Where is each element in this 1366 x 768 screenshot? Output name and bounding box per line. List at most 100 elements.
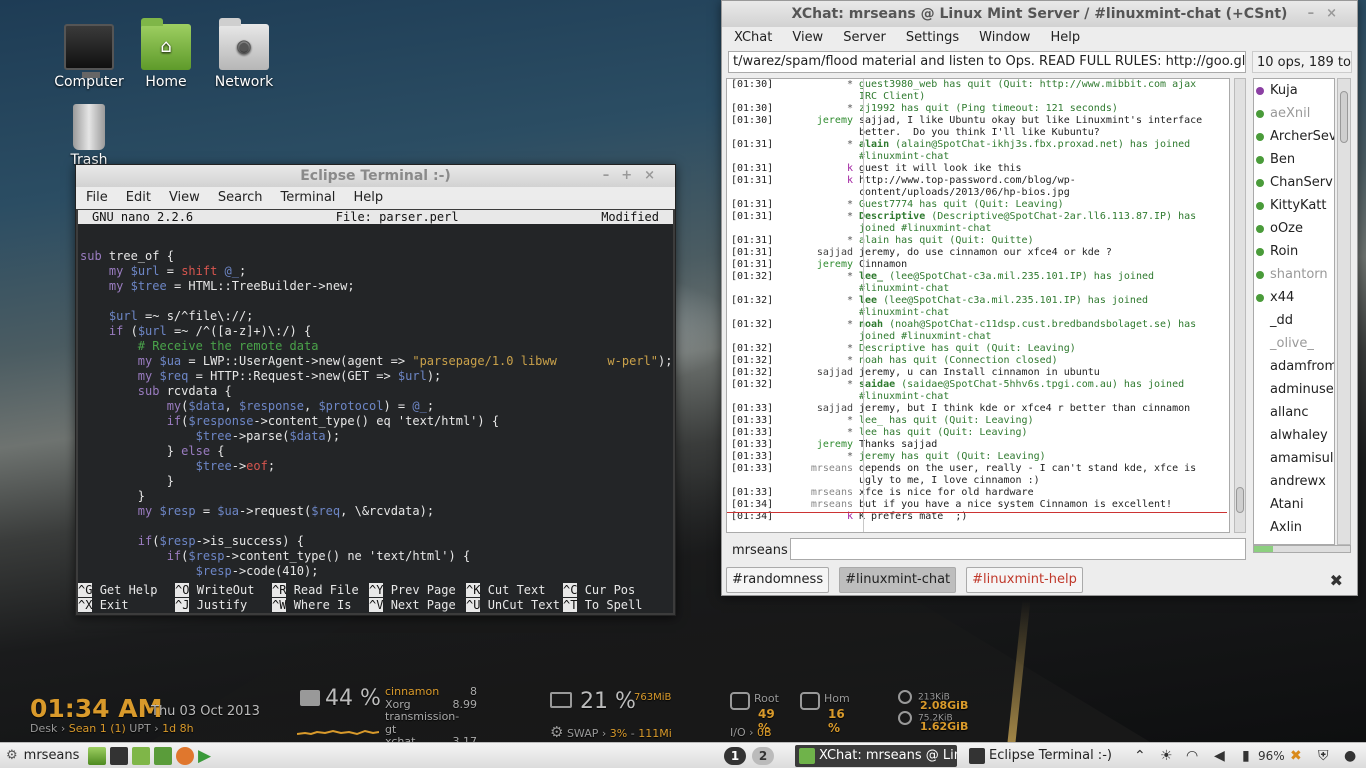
message-nick[interactable]: * — [777, 103, 859, 115]
files-launcher-icon[interactable] — [132, 747, 150, 765]
user-list-item[interactable]: Ben — [1254, 148, 1334, 171]
file-manager-launcher-icon[interactable] — [154, 747, 172, 765]
shield-icon[interactable]: ⛨ — [1318, 743, 1329, 768]
message-nick[interactable]: * — [777, 343, 859, 355]
user-list-item[interactable]: oOze — [1254, 217, 1334, 240]
channel-tab[interactable]: #linuxmint-chat — [839, 567, 957, 593]
message-nick[interactable]: * — [777, 199, 859, 211]
desktop-icon-home[interactable]: ⌂ Home — [126, 18, 206, 90]
user-list-item[interactable]: _dd — [1254, 309, 1334, 332]
message-nick[interactable]: * — [777, 271, 859, 295]
minimize-icon[interactable]: – — [603, 168, 622, 183]
user-list-item[interactable]: x44 — [1254, 286, 1334, 309]
terminal-screen[interactable]: GNU nano 2.2.6 File: parser.perl Modifie… — [78, 210, 673, 613]
scrollbar-thumb[interactable] — [1236, 487, 1244, 513]
message-nick[interactable]: * — [777, 211, 859, 235]
message-nick[interactable]: * — [777, 79, 859, 103]
update-manager-icon[interactable]: ✖ — [1290, 743, 1302, 768]
xchat-menu-window[interactable]: Window — [979, 30, 1030, 45]
message-nick[interactable]: jeremy — [777, 115, 859, 139]
channel-tab[interactable]: #randomness — [726, 567, 830, 593]
user-list-item[interactable]: aeXnil — [1254, 102, 1334, 125]
xchat-menu-help[interactable]: Help — [1050, 30, 1080, 45]
message-nick[interactable]: * — [777, 319, 859, 343]
tray-expand-icon[interactable]: ⌃ — [1134, 743, 1146, 768]
user-list-item[interactable]: KittyKatt — [1254, 194, 1334, 217]
user-list-item[interactable]: alwhaley — [1254, 424, 1334, 447]
workspace-1[interactable]: 1 — [724, 747, 746, 765]
message-nick[interactable]: sajjad — [777, 247, 859, 259]
user-list-item[interactable]: adminuser — [1254, 378, 1334, 401]
chat-log[interactable]: [01:30] * guest3980_web has quit (Quit: ht… — [726, 78, 1230, 533]
xchat-menu-settings[interactable]: Settings — [906, 30, 959, 45]
message-input[interactable] — [790, 538, 1246, 560]
user-list-item[interactable]: _olive_ — [1254, 332, 1334, 355]
message-nick[interactable]: * — [777, 139, 859, 163]
chat-scrollbar[interactable] — [1234, 78, 1246, 533]
battery-icon[interactable]: ▮ — [1242, 743, 1250, 768]
play-launcher-icon[interactable]: ▶ — [198, 747, 216, 765]
xchat-menu-server[interactable]: Server — [843, 30, 886, 45]
message-nick[interactable]: mrseans — [777, 487, 859, 499]
xchat-menu-view[interactable]: View — [792, 30, 823, 45]
user-list-item[interactable]: Axlin — [1254, 516, 1334, 539]
user-list-item[interactable]: Kuja — [1254, 79, 1334, 102]
desktop-icon-trash[interactable]: Trash — [49, 104, 129, 168]
message-nick[interactable]: * — [777, 379, 859, 403]
desktop-icon-computer[interactable]: Computer — [49, 24, 129, 90]
message-nick[interactable]: mrseans — [777, 463, 859, 487]
main-menu-button[interactable]: ⚙ mrseans — [6, 743, 79, 768]
channel-tab[interactable]: #linuxmint-help — [966, 567, 1083, 593]
terminal-menu-file[interactable]: File — [86, 190, 108, 205]
terminal-menu-terminal[interactable]: Terminal — [280, 190, 335, 205]
user-list-item[interactable]: andrewx — [1254, 470, 1334, 493]
user-list-item[interactable]: adamfromt — [1254, 355, 1334, 378]
message-nick[interactable]: * — [777, 295, 859, 319]
xchat-menu-xchat[interactable]: XChat — [734, 30, 772, 45]
brightness-icon[interactable]: ☀ — [1160, 743, 1173, 768]
message-nick[interactable]: mrseans — [777, 499, 859, 511]
message-nick[interactable]: jeremy — [777, 439, 859, 451]
terminal-menu-edit[interactable]: Edit — [126, 190, 151, 205]
user-list-item[interactable]: ArcherSeven — [1254, 125, 1334, 148]
user-list-item[interactable]: allanc — [1254, 401, 1334, 424]
show-desktop-icon[interactable] — [88, 747, 106, 765]
taskbar-terminal[interactable]: Eclipse Terminal :-) — [965, 745, 1115, 767]
user-list[interactable]: Kuja aeXnil ArcherSeven Ben ChanServ KittyKat… — [1253, 78, 1335, 545]
minimize-icon[interactable]: – — [1308, 6, 1327, 21]
message-nick[interactable]: * — [777, 355, 859, 367]
terminal-menu-view[interactable]: View — [169, 190, 200, 205]
terminal-launcher-icon[interactable] — [110, 747, 128, 765]
message-nick[interactable]: * — [777, 451, 859, 463]
message-nick[interactable]: * — [777, 415, 859, 427]
workspace-2[interactable]: 2 — [752, 747, 774, 765]
user-list-item[interactable]: Atani — [1254, 493, 1334, 516]
close-tab-icon[interactable]: ✖ — [1330, 571, 1343, 590]
maximize-icon[interactable]: + — [621, 168, 644, 183]
nick-button[interactable]: mrseans — [732, 541, 788, 561]
user-list-item[interactable]: Roin — [1254, 240, 1334, 263]
message-nick[interactable]: * — [777, 235, 859, 247]
xchat-titlebar[interactable]: XChat: mrseans @ Linux Mint Server / #li… — [722, 1, 1357, 27]
user-list-item[interactable]: ChanServ — [1254, 171, 1334, 194]
firefox-launcher-icon[interactable] — [176, 747, 194, 765]
terminal-menu-search[interactable]: Search — [218, 190, 263, 205]
code-editor[interactable]: sub tree_of { my $url = shift @_; my $tr… — [78, 224, 673, 579]
message-nick[interactable]: k — [777, 175, 859, 199]
terminal-menu-help[interactable]: Help — [353, 190, 383, 205]
desktop-icon-network[interactable]: ◉ Network — [204, 18, 284, 90]
user-applet-icon[interactable]: ● — [1344, 743, 1356, 768]
topic-field[interactable]: t/warez/spam/flood material and listen t… — [728, 51, 1246, 73]
terminal-titlebar[interactable]: Eclipse Terminal :-) –+× — [76, 165, 675, 187]
message-nick[interactable]: sajjad — [777, 403, 859, 415]
userlist-scrollbar[interactable] — [1337, 78, 1351, 545]
user-list-item[interactable]: amamisul — [1254, 447, 1334, 470]
taskbar-xchat[interactable]: XChat: mrseans @ Lin... — [795, 745, 957, 767]
volume-icon[interactable]: ◀ — [1214, 743, 1225, 768]
close-icon[interactable]: × — [644, 168, 667, 183]
maximize-icon[interactable]: × — [1326, 6, 1349, 21]
message-nick[interactable]: k — [777, 163, 859, 175]
message-nick[interactable]: sajjad — [777, 367, 859, 379]
message-nick[interactable]: jeremy — [777, 259, 859, 271]
scrollbar-thumb[interactable] — [1340, 91, 1348, 143]
